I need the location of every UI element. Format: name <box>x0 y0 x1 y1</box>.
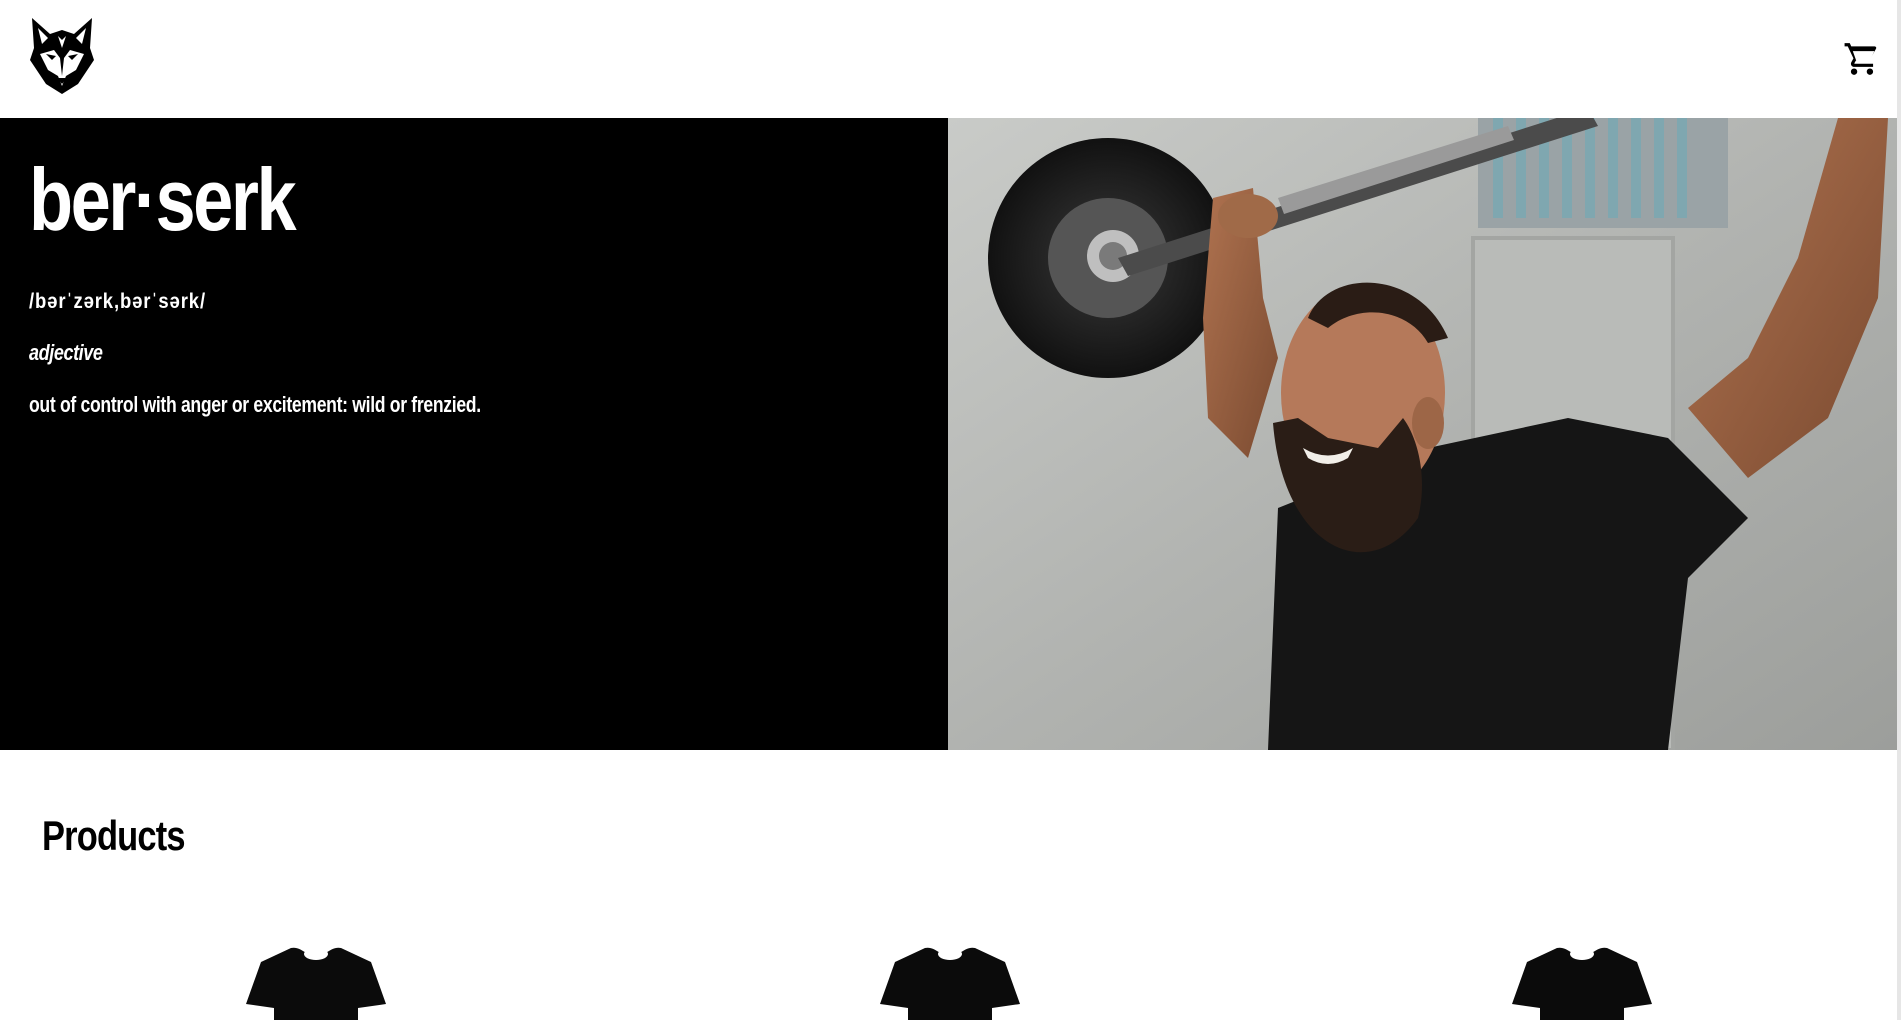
t-shirt-icon <box>1512 947 1652 1020</box>
t-shirt-icon <box>880 947 1020 1020</box>
products-heading: Products <box>42 812 186 859</box>
part-of-speech: adjective <box>29 340 103 365</box>
product-card-2[interactable] <box>880 944 1020 1020</box>
site-header <box>0 0 1897 118</box>
hero-section: ber·serk /bərˈzərk,bərˈsərk/ adjective o… <box>0 118 1897 750</box>
hero-photo-weightlifter <box>948 118 1897 750</box>
scrollbar-track[interactable] <box>1897 0 1901 1020</box>
wolf-head-logo-icon[interactable] <box>28 14 96 96</box>
product-card-1[interactable] <box>246 944 386 1020</box>
shopping-cart-icon[interactable] <box>1843 40 1881 78</box>
definition-panel: ber·serk /bərˈzərk,bərˈsərk/ adjective o… <box>0 118 948 750</box>
definition-text: out of control with anger or excitement:… <box>29 392 481 417</box>
product-card-3[interactable] <box>1512 944 1652 1020</box>
hero-word: ber·serk <box>29 150 297 249</box>
page: ber·serk /bərˈzərk,bərˈsərk/ adjective o… <box>0 0 1901 1020</box>
t-shirt-icon <box>246 947 386 1020</box>
pronunciation: /bərˈzərk,bərˈsərk/ <box>29 290 206 313</box>
